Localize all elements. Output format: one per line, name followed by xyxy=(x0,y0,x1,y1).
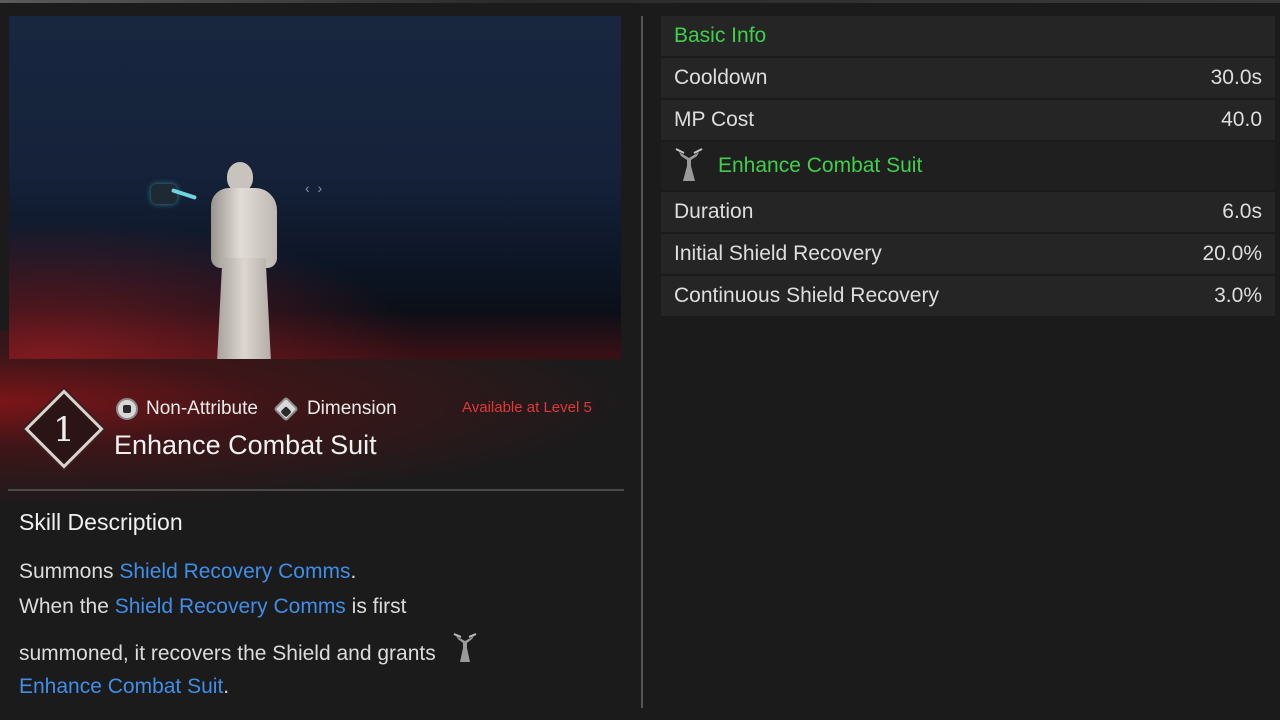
description-line-2: When the Shield Recovery Comms is first xyxy=(19,595,407,618)
skill-level-number: 1 xyxy=(53,410,75,450)
buff-header: Enhance Combat Suit xyxy=(661,142,1275,190)
description-line-4: Enhance Combat Suit. xyxy=(19,675,230,698)
attribute-label: Non-Attribute xyxy=(146,398,258,419)
top-border xyxy=(0,0,1280,3)
skill-preview-video[interactable]: ‹ › xyxy=(9,16,621,359)
enhance-combat-suit-icon xyxy=(453,633,476,662)
description-heading: Skill Description xyxy=(19,509,183,535)
character-figure xyxy=(205,162,285,359)
stat-row-cooldown: Cooldown 30.0s xyxy=(661,58,1275,98)
enhance-combat-suit-link[interactable]: Enhance Combat Suit xyxy=(19,675,223,698)
panel-separator xyxy=(641,16,643,708)
description-line-3: summoned, it recovers the Shield and gra… xyxy=(19,632,619,666)
basic-info-header: Basic Info xyxy=(661,16,1275,56)
shield-recovery-comms-link[interactable]: Shield Recovery Comms xyxy=(119,560,350,583)
shield-recovery-comms-link-2[interactable]: Shield Recovery Comms xyxy=(115,595,346,618)
dimension-icon xyxy=(273,396,299,422)
stat-row-mp-cost: MP Cost 40.0 xyxy=(661,100,1275,140)
type-label: Dimension xyxy=(306,398,397,419)
skill-tags: Non-Attribute Dimension xyxy=(116,395,413,423)
preview-arrows-icon: ‹ › xyxy=(305,180,325,196)
skill-name: Enhance Combat Suit xyxy=(114,430,377,460)
stat-row-continuous-shield-recovery: Continuous Shield Recovery 3.0% xyxy=(661,276,1275,316)
attribute-tag: Non-Attribute xyxy=(116,398,258,420)
shield-recovery-comms-drone xyxy=(147,178,199,208)
enhance-combat-suit-icon xyxy=(675,148,703,181)
description-line-1: Summons Shield Recovery Comms. xyxy=(19,560,357,583)
non-attribute-icon xyxy=(116,398,138,420)
divider xyxy=(8,489,624,491)
stat-row-initial-shield-recovery: Initial Shield Recovery 20.0% xyxy=(661,234,1275,274)
stat-row-duration: Duration 6.0s xyxy=(661,192,1275,232)
type-tag: Dimension xyxy=(273,396,397,422)
availability-notice: Available at Level 5 xyxy=(462,399,592,416)
stats-table: Basic Info Cooldown 30.0s MP Cost 40.0 E… xyxy=(661,16,1275,318)
